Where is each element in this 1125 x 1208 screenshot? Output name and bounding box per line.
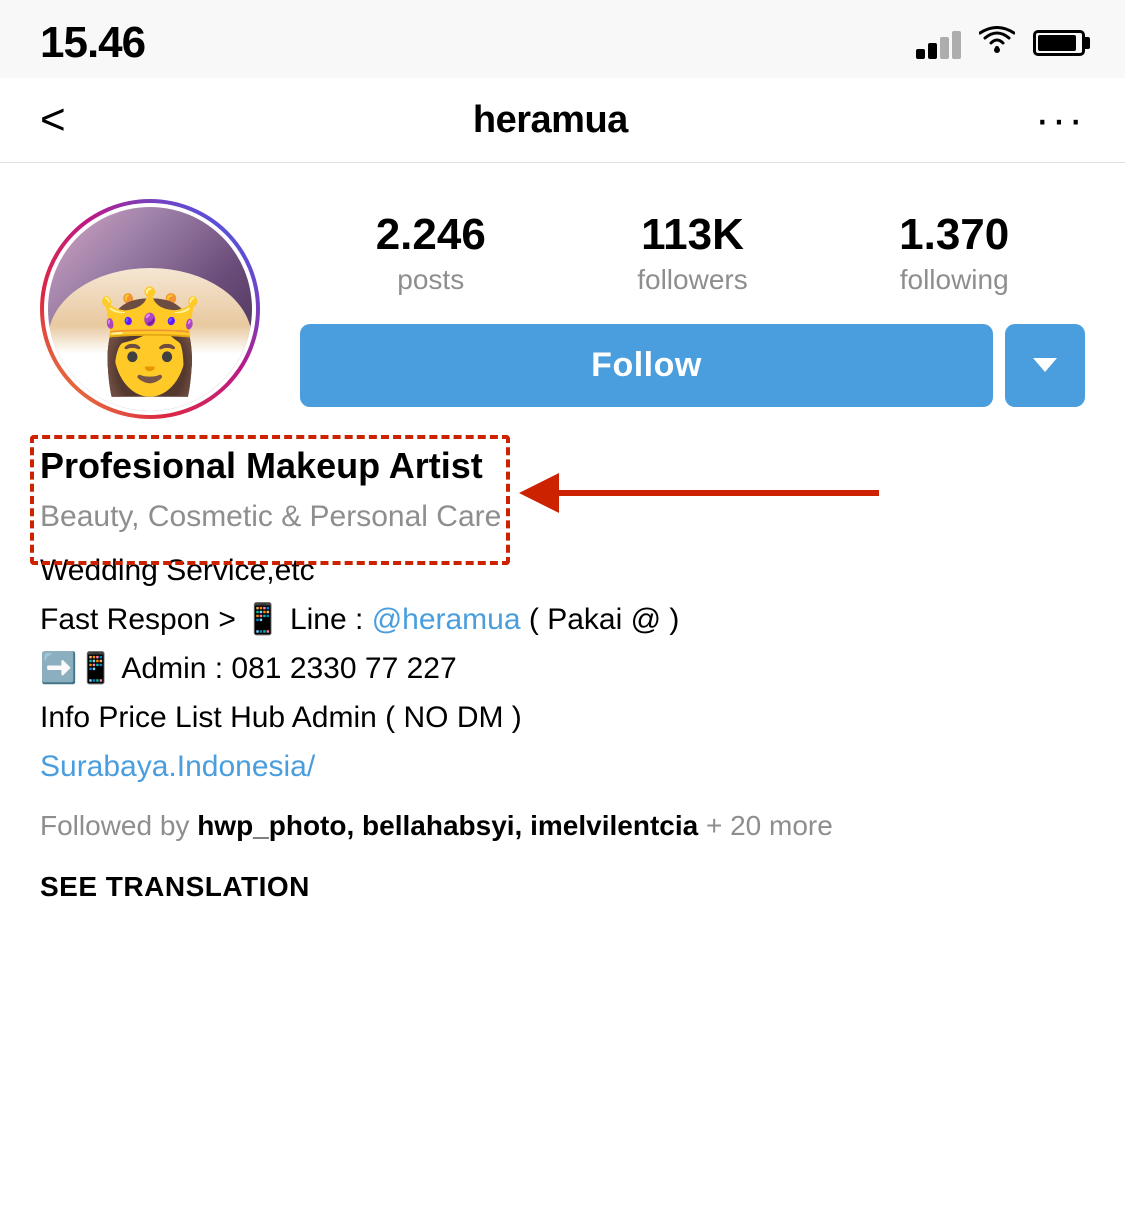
back-button[interactable]: <	[40, 98, 66, 142]
see-translation-button[interactable]: SEE TRANSLATION	[40, 871, 1085, 903]
bio-section: Profesional Makeup Artist Beauty, Cosmet…	[0, 443, 1125, 933]
bio-category: Beauty, Cosmetic & Personal Care	[40, 496, 1085, 538]
followed-by: Followed by hwp_photo, bellahabsyi, imel…	[40, 805, 1085, 847]
posts-label: posts	[397, 264, 464, 296]
bio-url[interactable]: Surabaya.Indonesia/	[40, 744, 1085, 789]
follow-dropdown-button[interactable]	[1005, 324, 1085, 407]
avatar-image	[48, 207, 252, 411]
action-row: Follow	[300, 324, 1085, 407]
page-title: heramua	[473, 99, 628, 142]
bio-line2: Fast Respon > 📱 Line : @heramua ( Pakai …	[40, 597, 1085, 642]
avatar[interactable]	[40, 199, 260, 419]
bio-line3: ➡️📱 Admin : 081 2330 77 227	[40, 646, 1085, 691]
bio-line1: Wedding Service,etc	[40, 548, 1085, 593]
signal-icon	[916, 27, 961, 59]
profile-section: 2.246 posts 113K followers 1.370 followi…	[0, 163, 1125, 443]
stat-posts[interactable]: 2.246 posts	[376, 211, 486, 295]
signal-bar-4	[952, 31, 961, 59]
battery-icon	[1033, 30, 1085, 56]
followers-label: followers	[637, 264, 747, 296]
bio-line4: Info Price List Hub Admin ( NO DM )	[40, 695, 1085, 740]
stats-row: 2.246 posts 113K followers 1.370 followi…	[300, 211, 1085, 295]
status-icons	[916, 25, 1085, 62]
followed-by-users: hwp_photo, bellahabsyi, imelvilentcia	[197, 810, 698, 841]
followed-by-suffix: + 20 more	[698, 810, 833, 841]
signal-bar-3	[940, 37, 949, 59]
signal-bar-1	[916, 49, 925, 59]
following-value: 1.370	[899, 211, 1009, 259]
bio-line2-suffix: ( Pakai @ )	[521, 603, 680, 636]
page-header: < heramua ···	[0, 78, 1125, 163]
follow-button[interactable]: Follow	[300, 324, 993, 407]
bio-name: Profesional Makeup Artist	[40, 443, 1085, 490]
chevron-down-icon	[1033, 358, 1057, 372]
avatar-inner	[44, 203, 256, 415]
status-bar: 15.46	[0, 0, 1125, 78]
bio-line2-prefix: Fast Respon > 📱 Line :	[40, 603, 372, 636]
bio-line2-handle[interactable]: @heramua	[372, 603, 521, 636]
posts-value: 2.246	[376, 211, 486, 259]
followers-value: 113K	[641, 211, 744, 259]
battery-fill	[1038, 35, 1076, 51]
more-options-button[interactable]: ···	[1035, 109, 1085, 131]
status-time: 15.46	[40, 18, 145, 68]
stat-followers[interactable]: 113K followers	[637, 211, 747, 295]
following-label: following	[900, 264, 1009, 296]
stat-following[interactable]: 1.370 following	[899, 211, 1009, 295]
signal-bar-2	[928, 43, 937, 59]
wifi-icon	[979, 25, 1015, 62]
followed-by-prefix: Followed by	[40, 810, 197, 841]
stats-container: 2.246 posts 113K followers 1.370 followi…	[300, 211, 1085, 406]
